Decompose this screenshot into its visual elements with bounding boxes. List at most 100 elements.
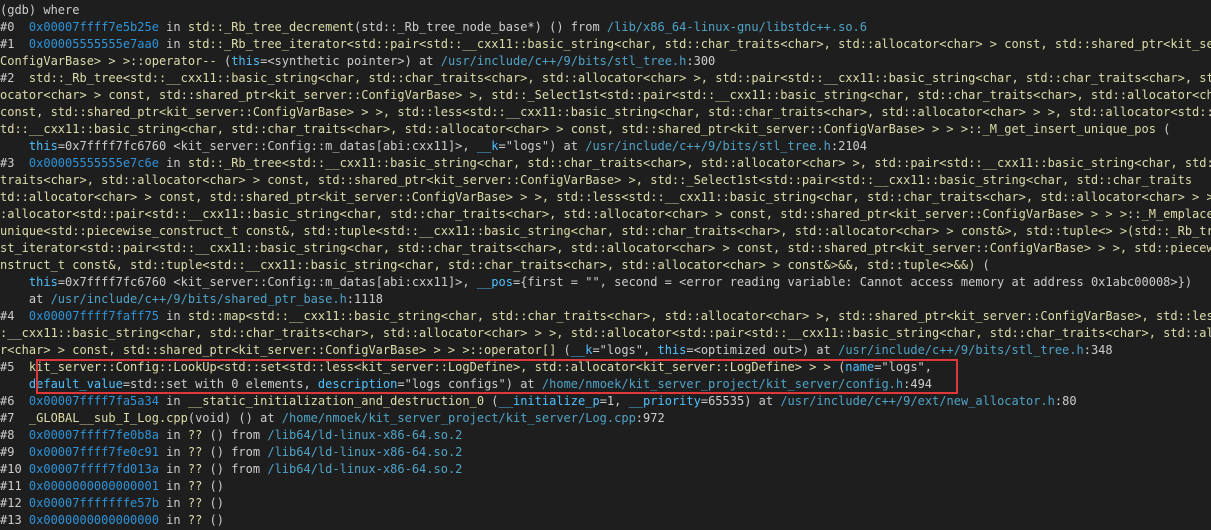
- plain-text: in: [158, 20, 188, 34]
- terminal-line: #6 0x00007ffff7fa5a34 in __static_initia…: [0, 393, 1211, 410]
- plain-text: in: [158, 445, 188, 459]
- terminal-line: at /usr/include/c++/9/bits/shared_ptr_ba…: [0, 291, 1211, 308]
- plain-text: () from: [202, 462, 268, 476]
- plain-text: =65535) at: [700, 394, 781, 408]
- plain-text: :1118: [346, 292, 383, 306]
- plain-text: #6: [0, 394, 29, 408]
- plain-text: () from: [202, 445, 268, 459]
- plain-text: :2104: [830, 139, 867, 153]
- function-name: :allocator<std::pair<std::__cxx11::basic…: [0, 207, 1211, 221]
- terminal-output[interactable]: (gdb) where #0 0x00007ffff7e5b25e in std:…: [0, 0, 1211, 530]
- source-path[interactable]: /usr/include/c++/9/bits/shared_ptr_base.…: [51, 292, 347, 306]
- plain-text: () from: [202, 428, 268, 442]
- function-name: std::_Rb_tree<std::__cxx11::basic_string…: [28, 71, 1211, 85]
- terminal-line: #10 0x00007ffff7fd013a in ?? () from /li…: [0, 461, 1211, 478]
- source-path[interactable]: /lib64/ld-linux-x86-64.so.2: [267, 462, 462, 476]
- source-path[interactable]: /lib64/ld-linux-x86-64.so.2: [267, 445, 462, 459]
- plain-text: (: [1155, 122, 1171, 136]
- argument-name: this: [28, 275, 58, 289]
- function-name: traits<char>, std::allocator<char> > con…: [0, 173, 1193, 187]
- plain-text: in: [158, 428, 188, 442]
- terminal-line: #7 _GLOBAL__sub_I_Log.cpp(void) () at /h…: [0, 410, 1211, 427]
- terminal-line: const, std::shared_ptr<kit_server::Confi…: [0, 104, 1211, 121]
- plain-text: #12: [0, 496, 29, 510]
- source-path[interactable]: /home/nmoek/kit_server_project/kit_serve…: [542, 377, 903, 391]
- function-name: kit_server::Config::LookUp<std::set<std:…: [28, 360, 831, 374]
- function-name: ??: [187, 479, 203, 493]
- plain-text: #11: [0, 479, 29, 493]
- plain-text: :348: [1083, 343, 1113, 357]
- plain-text: #7: [0, 411, 29, 425]
- plain-text: =std::set with 0 elements,: [122, 377, 318, 391]
- plain-text: in: [158, 37, 188, 51]
- frame-address: 0x00007ffff7fe0b8a: [28, 428, 159, 442]
- plain-text: #13: [0, 513, 29, 527]
- plain-text: (: [830, 360, 846, 374]
- plain-text: [0, 139, 29, 153]
- terminal-line: nstruct_t const&, std::tuple<std::__cxx1…: [0, 257, 1211, 274]
- plain-text: in: [158, 462, 188, 476]
- function-name: ConfigVarBase> > >::operator--: [0, 54, 217, 68]
- plain-text: =1,: [599, 394, 629, 408]
- argument-name: this: [28, 139, 58, 153]
- frame-address: 0x00007ffff7e5b25e: [28, 20, 159, 34]
- plain-text: ="logs",: [874, 360, 932, 374]
- function-name: td::__cxx11::basic_string<char, std::cha…: [0, 122, 1156, 136]
- argument-name: __initialize_p: [498, 394, 600, 408]
- plain-text: #8: [0, 428, 29, 442]
- function-name: std::_Rb_tree<std::__cxx11::basic_string…: [187, 156, 1211, 170]
- plain-text: =0x7ffff7fc6760 <kit_server::Config::m_d…: [57, 275, 477, 289]
- plain-text: at: [0, 292, 51, 306]
- plain-text: [0, 275, 29, 289]
- terminal-line: #8 0x00007ffff7fe0b8a in ?? () from /lib…: [0, 427, 1211, 444]
- terminal-line: :__cxx11::basic_string<char, std::char_t…: [0, 325, 1211, 342]
- plain-text: in: [158, 496, 188, 510]
- frame-address: 0x00007ffff7faff75: [28, 309, 159, 323]
- source-path[interactable]: /home/nmoek/kit_server_project/kit_serve…: [282, 411, 636, 425]
- plain-text: [0, 377, 29, 391]
- plain-text: ="logs configs") at: [397, 377, 542, 391]
- terminal-line: #9 0x00007ffff7fe0c91 in ?? () from /lib…: [0, 444, 1211, 461]
- plain-text: =<optimized out>) at: [686, 343, 839, 357]
- plain-text: (): [202, 479, 224, 493]
- frame-address: 0x00007fffffffe57b: [28, 496, 159, 510]
- plain-text: (): [202, 496, 224, 510]
- frame-address: 0x0000000000000000: [28, 513, 159, 527]
- function-name: std::_Rb_tree_decrement: [187, 20, 355, 34]
- argument-name: name: [845, 360, 875, 374]
- function-name: ??: [187, 428, 203, 442]
- terminal-line: st_iterator<std::pair<std::__cxx11::basi…: [0, 240, 1211, 257]
- terminal-line: :allocator<std::pair<std::__cxx11::basic…: [0, 206, 1211, 223]
- terminal-line: td::__cxx11::basic_string<char, std::cha…: [0, 121, 1211, 138]
- source-path[interactable]: /usr/include/c++/9/bits/stl_tree.h: [838, 343, 1084, 357]
- source-path[interactable]: /usr/include/c++/9/ext/new_allocator.h: [780, 394, 1055, 408]
- plain-text: :80: [1054, 394, 1077, 408]
- plain-text: #2: [0, 71, 29, 85]
- source-path[interactable]: /usr/include/c++/9/bits/stl_tree.h: [585, 139, 831, 153]
- argument-name: __pos: [476, 275, 513, 289]
- plain-text: #5: [0, 360, 29, 374]
- source-path[interactable]: /lib64/ld-linux-x86-64.so.2: [267, 428, 462, 442]
- argument-name: this: [231, 54, 261, 68]
- plain-text: (: [975, 258, 990, 272]
- terminal-line: default_value=std::set with 0 elements, …: [0, 376, 1211, 393]
- plain-text: (void) () at: [187, 411, 282, 425]
- plain-text: (std::_Rb_tree_node_base*) () from: [354, 20, 607, 34]
- plain-text: #1: [0, 37, 29, 51]
- plain-text: in: [158, 156, 188, 170]
- terminal-line: #11 0x0000000000000001 in ?? (): [0, 478, 1211, 495]
- terminal-line: #0 0x00007ffff7e5b25e in std::_Rb_tree_d…: [0, 19, 1211, 36]
- terminal-line: r<char> > const, std::shared_ptr<kit_ser…: [0, 342, 1211, 359]
- terminal-line: ocator<char> > const, std::shared_ptr<ki…: [0, 87, 1211, 104]
- plain-text: in: [158, 479, 188, 493]
- source-path[interactable]: /lib/x86_64-linux-gnu/libstdc++.so.6: [607, 20, 867, 34]
- terminal-line: #1 0x00005555555e7aa0 in std::_Rb_tree_i…: [0, 36, 1211, 53]
- terminal-line: this=0x7ffff7fc6760 <kit_server::Config:…: [0, 138, 1211, 155]
- plain-text: :972: [635, 411, 665, 425]
- source-path[interactable]: /usr/include/c++/9/bits/stl_tree.h: [441, 54, 687, 68]
- plain-text: (: [484, 394, 499, 408]
- function-name: ocator<char> > const, std::shared_ptr<ki…: [0, 88, 1211, 102]
- function-name: ??: [187, 496, 203, 510]
- function-name: :__cxx11::basic_string<char, std::char_t…: [0, 326, 1211, 340]
- function-name: std::_Rb_tree_iterator<std::pair<std::__…: [187, 37, 1211, 51]
